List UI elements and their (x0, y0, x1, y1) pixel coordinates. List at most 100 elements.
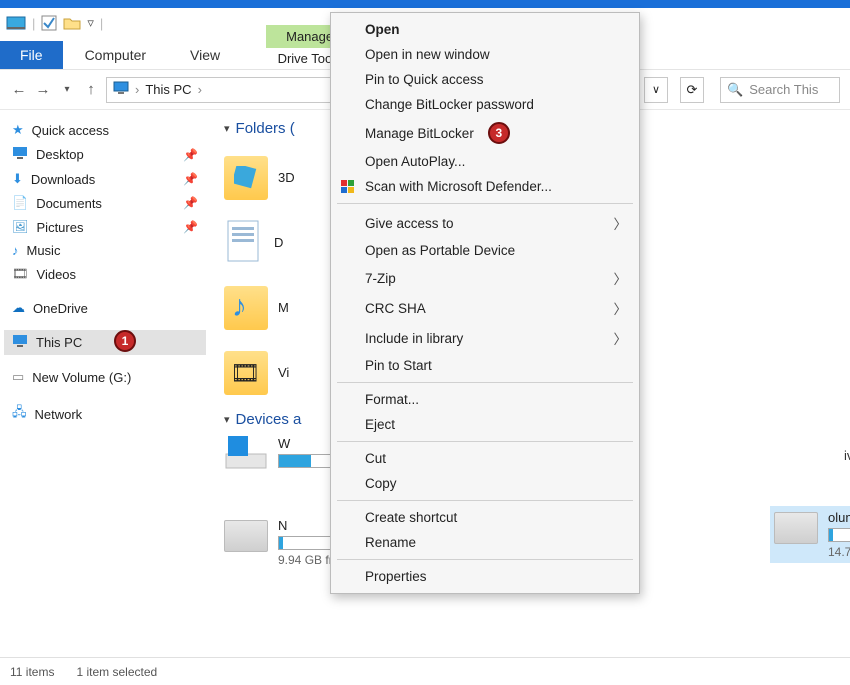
submenu-arrow-icon: 〉 (614, 298, 628, 318)
menu-item-label: Pin to Quick access (365, 72, 484, 87)
download-icon: ⬇ (12, 171, 23, 187)
window-titlebar (0, 0, 850, 8)
chevron-right-icon[interactable]: › (135, 82, 139, 97)
sidebar-item-pictures[interactable]: 🖼 Pictures 📌 (4, 215, 206, 239)
menu-item-pin-to-start[interactable]: Pin to Start (331, 353, 639, 378)
sidebar-item-quick-access[interactable]: ★ Quick access (4, 118, 206, 142)
menu-item-format[interactable]: Format... (331, 387, 639, 412)
explorer-app-icon (6, 15, 26, 31)
caret-down-icon: ▾ (224, 122, 230, 135)
history-dropdown[interactable]: ▾ (58, 84, 76, 95)
folder-label: M (278, 300, 289, 315)
menu-item-include-in-library[interactable]: Include in library〉 (331, 323, 639, 353)
monitor-icon (12, 334, 28, 351)
drive-new-volume-selected[interactable]: olume (G:) 2 14.7 GB free of 14.8 GB (770, 506, 850, 563)
sidebar-item-desktop[interactable]: Desktop 📌 (4, 142, 206, 167)
storage-bar: 2 (828, 528, 850, 542)
sidebar-item-new-volume[interactable]: ▭ New Volume (G:) (4, 365, 206, 389)
menu-item-label: CRC SHA (365, 301, 426, 316)
menu-item-properties[interactable]: Properties (331, 564, 639, 589)
menu-item-open-as-portable-device[interactable]: Open as Portable Device (331, 238, 639, 263)
menu-separator (337, 203, 633, 204)
search-placeholder: Search This (749, 82, 818, 97)
sidebar-label: New Volume (G:) (32, 370, 131, 385)
menu-item-manage-bitlocker[interactable]: Manage BitLocker3 (331, 117, 639, 149)
status-selected-count: 1 item selected (76, 665, 157, 679)
pin-icon: 📌 (183, 220, 198, 234)
sidebar-label: Pictures (37, 220, 84, 235)
onedrive-icon: ☁ (12, 300, 25, 316)
menu-item-crc-sha[interactable]: CRC SHA 〉 (331, 293, 639, 323)
menu-item-open-autoplay[interactable]: Open AutoPlay... (331, 149, 639, 174)
sidebar-label: OneDrive (33, 301, 88, 316)
back-button[interactable]: ← (10, 81, 28, 98)
menu-item-label: Format... (365, 392, 419, 407)
sidebar-item-music[interactable]: ♪ Music (4, 239, 206, 262)
drive-icon (224, 520, 268, 552)
submenu-arrow-icon: 〉 (614, 328, 628, 348)
menu-item-copy[interactable]: Copy (331, 471, 639, 496)
sidebar-item-downloads[interactable]: ⬇ Downloads 📌 (4, 167, 206, 191)
tab-view[interactable]: View (168, 41, 242, 69)
search-box[interactable]: 🔍 Search This (720, 77, 840, 103)
shield-icon (339, 179, 357, 195)
sidebar-item-onedrive[interactable]: ☁ OneDrive (4, 296, 206, 320)
forward-button[interactable]: → (34, 81, 52, 98)
qat-overflow-icon[interactable]: ▿ (87, 15, 94, 31)
menu-item-label: Give access to (365, 216, 454, 231)
sidebar-item-documents[interactable]: 📄 Documents 📌 (4, 191, 206, 215)
callout-1: 1 (114, 330, 136, 352)
breadcrumb-this-pc[interactable]: This PC (145, 82, 191, 97)
menu-item-label: Manage BitLocker (365, 126, 474, 141)
menu-item-open-in-new-window[interactable]: Open in new window (331, 42, 639, 67)
menu-item-scan-with-microsoft-defender[interactable]: Scan with Microsoft Defender... (331, 174, 639, 199)
sidebar-label: This PC (36, 335, 82, 350)
sidebar-label: Music (27, 243, 61, 258)
drive-icon (774, 512, 818, 544)
chevron-right-icon-2[interactable]: › (198, 82, 202, 97)
tab-computer[interactable]: Computer (63, 41, 168, 69)
menu-item-label: Cut (365, 451, 386, 466)
tab-file[interactable]: File (0, 41, 63, 69)
section-title: Folders ( (236, 120, 295, 137)
menu-item-pin-to-quick-access[interactable]: Pin to Quick access (331, 67, 639, 92)
pictures-icon: 🖼 (12, 219, 29, 235)
drive-free-text: 14.7 GB free of 14.8 GB (828, 545, 850, 559)
menu-item-change-bitlocker-password[interactable]: Change BitLocker password (331, 92, 639, 117)
drive-title: olume (G:) (828, 510, 850, 525)
menu-item-eject[interactable]: Eject (331, 412, 639, 437)
network-icon: 🖧 (12, 403, 27, 425)
chevron-down-icon: ∨ (652, 83, 660, 96)
menu-item-rename[interactable]: Rename (331, 530, 639, 555)
menu-separator (337, 500, 633, 501)
menu-item-label: Copy (365, 476, 397, 491)
menu-item-give-access-to[interactable]: Give access to〉 (331, 208, 639, 238)
nav-tree: ★ Quick access Desktop 📌 ⬇ Downloads 📌 📄… (0, 110, 210, 657)
sidebar-label: Downloads (31, 172, 95, 187)
qat-checkbox-icon[interactable] (41, 15, 57, 31)
menu-item-cut[interactable]: Cut (331, 446, 639, 471)
menu-item-label: Open AutoPlay... (365, 154, 465, 169)
drive-d-peek[interactable]: ive (D:) (844, 448, 850, 463)
menu-separator (337, 382, 633, 383)
drive-icon: ▭ (12, 369, 24, 385)
menu-item-open[interactable]: Open (331, 17, 639, 42)
refresh-button[interactable]: ⟳ (680, 77, 704, 103)
sidebar-item-videos[interactable]: 🎞 Videos (4, 262, 206, 286)
monitor-icon (113, 81, 129, 98)
folder-label: 3D (278, 170, 295, 185)
menu-item-create-shortcut[interactable]: Create shortcut (331, 505, 639, 530)
status-item-count: 11 items (10, 665, 54, 679)
menu-item-7-zip[interactable]: 7-Zip〉 (331, 263, 639, 293)
sidebar-item-network[interactable]: 🖧 Network (4, 399, 206, 429)
menu-separator (337, 441, 633, 442)
address-history-button[interactable]: ∨ (644, 77, 668, 103)
qat-separator: | (32, 16, 35, 31)
menu-item-label: Open (365, 22, 400, 37)
pin-icon: 📌 (183, 172, 198, 186)
sidebar-item-this-pc[interactable]: This PC 1 (4, 330, 206, 355)
context-menu: Open Open in new window Pin to Quick acces… (330, 12, 640, 594)
up-button[interactable]: ↑ (82, 81, 100, 98)
qat-folder-icon[interactable] (63, 16, 81, 30)
menu-separator (337, 559, 633, 560)
